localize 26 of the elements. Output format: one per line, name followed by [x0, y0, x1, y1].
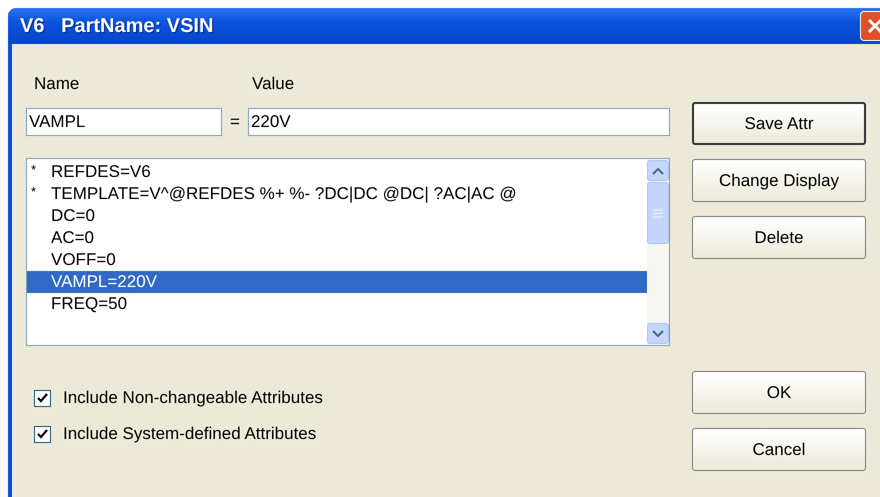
checkbox[interactable] — [34, 390, 51, 406]
attribute-item[interactable]: VOFF=0 — [27, 249, 647, 271]
value-label: Value — [252, 74, 294, 94]
dialog-button[interactable]: Cancel — [692, 428, 866, 471]
checkbox-label: Include Non-changeable Attributes — [63, 388, 323, 408]
value-field[interactable]: 220V — [248, 108, 670, 136]
checkbox[interactable] — [34, 426, 51, 442]
name-field[interactable]: VAMPL — [26, 108, 222, 136]
scroll-up-icon[interactable] — [647, 160, 669, 181]
action-button[interactable]: Change Display — [692, 159, 866, 202]
scrollbar[interactable] — [647, 159, 669, 345]
action-button[interactable]: Save Attr — [692, 102, 866, 145]
attribute-item[interactable]: * REFDES=V6 — [27, 161, 647, 183]
dialog-button[interactable]: OK — [692, 371, 866, 414]
attribute-item[interactable]: VAMPL=220V — [27, 271, 647, 293]
scroll-thumb[interactable] — [647, 182, 669, 244]
name-label: Name — [34, 74, 80, 94]
attribute-item[interactable]: FREQ=50 — [27, 293, 647, 315]
attribute-item[interactable]: AC=0 — [27, 227, 647, 249]
action-button[interactable]: Delete — [692, 216, 866, 259]
equals-sign: = — [230, 112, 240, 132]
checkbox-label: Include System-defined Attributes — [63, 424, 316, 444]
attribute-item[interactable]: DC=0 — [27, 205, 647, 227]
attribute-item[interactable]: * TEMPLATE=V^@REFDES %+ %- ?DC|DC @DC| ?AC|AC @ — [27, 183, 647, 205]
scroll-down-icon[interactable] — [647, 323, 669, 344]
window-title: V6 PartName: VSIN — [20, 14, 214, 38]
